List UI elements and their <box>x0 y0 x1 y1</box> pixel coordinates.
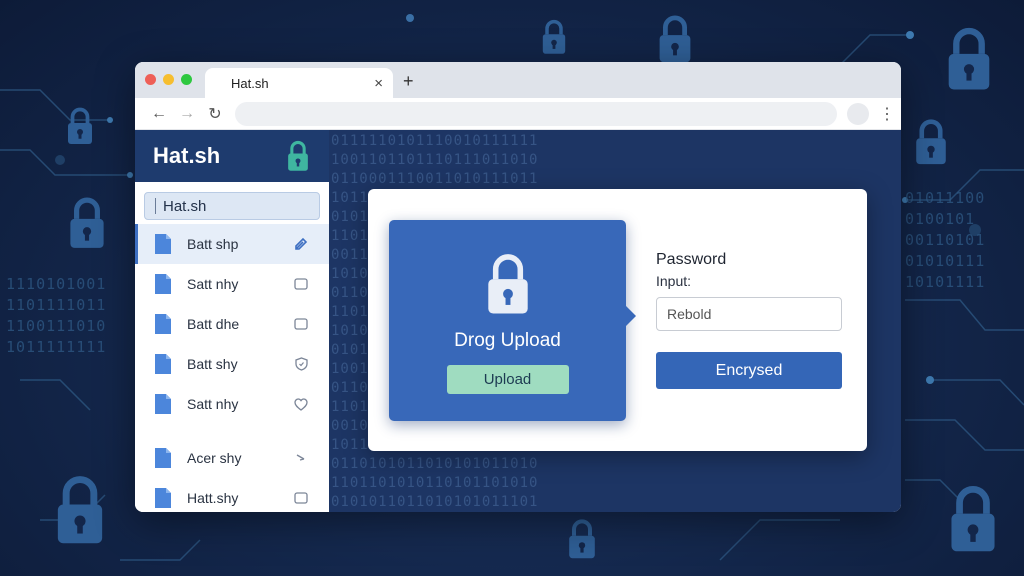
heart-icon[interactable] <box>293 396 309 412</box>
tab-hatsh[interactable]: Hat.sh × <box>205 68 393 98</box>
file-list-item[interactable]: Satt nhy <box>135 384 329 424</box>
file-icon <box>153 353 187 375</box>
address-bar[interactable] <box>235 101 837 126</box>
lock-icon <box>951 486 995 552</box>
file-list-item[interactable]: Satt nhy <box>135 264 329 304</box>
encrypt-card: Drog Upload Upload Password Input: Encry… <box>368 189 867 451</box>
sidebar-search-input[interactable]: Hat.sh <box>144 192 320 220</box>
file-name: Acer shy <box>187 450 242 466</box>
file-list-item[interactable]: Hatt.shy <box>135 478 329 512</box>
profile-avatar[interactable] <box>847 102 869 125</box>
background-binary-left: 1110101001 1101111011 1100111010 1011111… <box>6 275 107 356</box>
lock-icon <box>542 19 566 54</box>
lock-icon <box>70 197 104 248</box>
background-binary-right: 01011100 0100101 00110101 01010111 10101… <box>905 189 986 291</box>
lock-icon <box>569 519 595 559</box>
sidebar: Hat.sh Hat.sh Batt shp Satt nhy Batt dhe Ba… <box>135 130 329 512</box>
browser-window: Hat.sh × + ← → ↻ ⋮ Hat.sh Hat.sh Batt sh… <box>135 62 901 512</box>
lock-icon <box>68 107 92 144</box>
checkbox-icon[interactable] <box>293 276 309 292</box>
file-icon <box>153 313 187 335</box>
file-list-item[interactable]: Batt shp <box>135 224 329 264</box>
file-icon <box>153 393 187 415</box>
page-content: Hat.sh Hat.sh Batt shp Satt nhy Batt dhe Ba… <box>135 130 901 512</box>
file-list-item[interactable]: Batt dhe <box>135 304 329 344</box>
encrypt-button[interactable]: Encrysed <box>656 352 842 389</box>
password-input[interactable] <box>656 297 842 331</box>
file-drop-zone[interactable]: Drog Upload Upload <box>389 220 636 421</box>
file-list-item[interactable]: Acer shy <box>135 438 329 478</box>
tab-title: Hat.sh <box>231 75 269 91</box>
password-sub-label: Input: <box>656 273 692 289</box>
text-caret <box>155 198 156 214</box>
app-title: Hat.sh <box>153 143 221 168</box>
upload-button[interactable]: Upload <box>446 365 569 394</box>
file-list: Batt shp Satt nhy Batt dhe Batt shy Satt nhy… <box>135 224 329 512</box>
file-name: Batt dhe <box>187 316 240 332</box>
password-label: Password <box>656 251 727 268</box>
lock-icon <box>659 15 691 63</box>
lock-icon <box>487 254 528 314</box>
drop-zone-label: Drog Upload <box>454 330 561 351</box>
file-icon <box>153 447 187 469</box>
file-icon <box>153 487 187 509</box>
forward-button[interactable]: → <box>173 105 201 123</box>
sidebar-header: Hat.sh <box>135 130 329 182</box>
lock-icon <box>948 27 990 90</box>
file-icon <box>153 273 187 295</box>
file-name: Satt nhy <box>187 396 239 412</box>
close-window-button[interactable] <box>145 74 156 85</box>
edit-icon[interactable] <box>293 236 309 252</box>
close-icon[interactable]: × <box>374 75 383 92</box>
tab-bar: Hat.sh × + <box>135 62 901 98</box>
file-icon <box>153 233 187 255</box>
reload-button[interactable]: ↻ <box>201 104 229 124</box>
checkbox-icon[interactable] <box>293 316 309 332</box>
file-name: Hatt.shy <box>187 490 239 506</box>
new-tab-button[interactable]: + <box>403 71 414 92</box>
search-value: Hat.sh <box>163 197 207 215</box>
checkbox-icon[interactable] <box>293 490 309 506</box>
back-button[interactable]: ← <box>145 105 173 123</box>
lock-icon <box>288 140 308 171</box>
file-name: Batt shy <box>187 356 238 372</box>
file-name: Satt nhy <box>187 276 239 292</box>
main-panel: 0111110101110010111111 10011011011101110… <box>329 130 901 512</box>
file-list-item[interactable]: Batt shy <box>135 344 329 384</box>
file-name: Batt shp <box>187 236 239 252</box>
browser-menu-button[interactable]: ⋮ <box>879 104 895 124</box>
arrow-icon[interactable] <box>293 450 309 466</box>
shield-icon[interactable] <box>293 356 309 372</box>
lock-icon <box>916 119 946 165</box>
minimize-window-button[interactable] <box>163 74 174 85</box>
browser-toolbar: ← → ↻ ⋮ <box>135 98 901 130</box>
maximize-window-button[interactable] <box>181 74 192 85</box>
lock-icon <box>57 476 103 544</box>
